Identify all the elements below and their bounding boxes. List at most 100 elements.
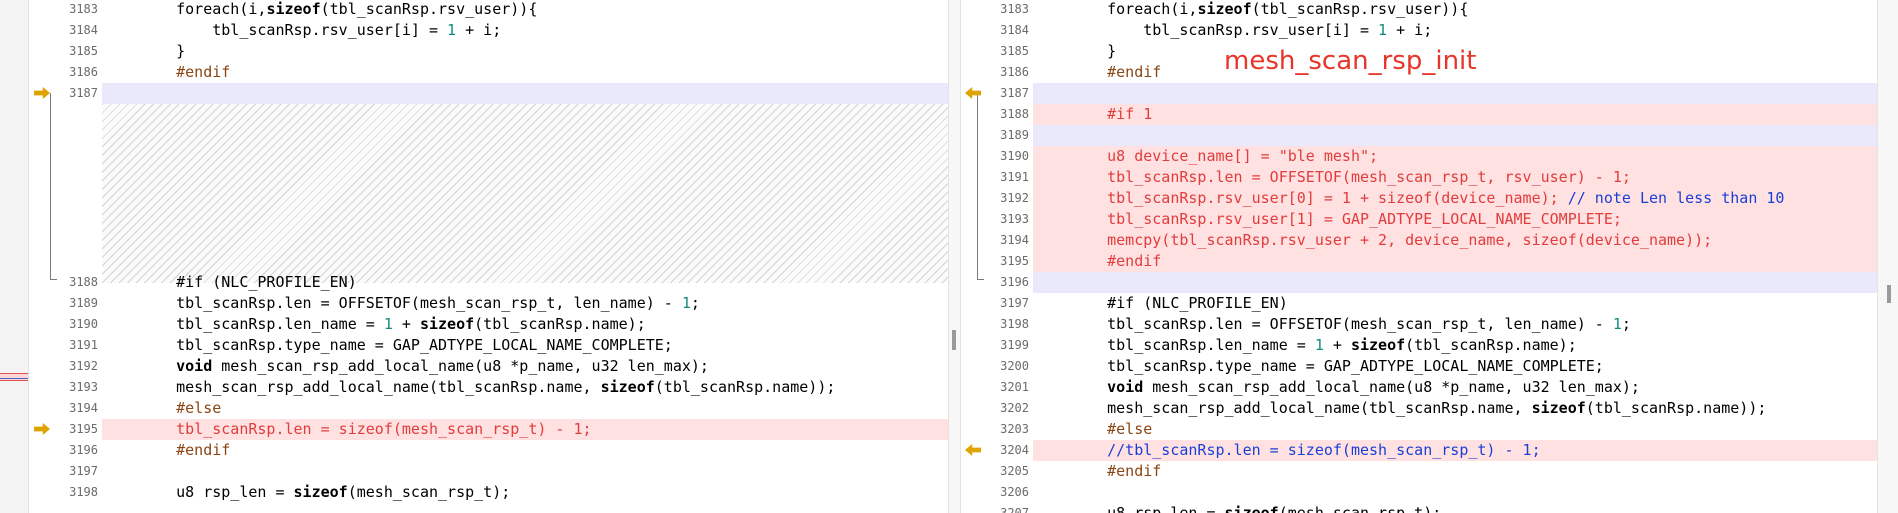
code-line[interactable]: 3183 foreach(i,sizeof(tbl_scanRsp.rsv_us…: [959, 0, 1877, 20]
code-token: mesh_scan_rsp_add_local_name(u8 *p_name,…: [212, 357, 709, 375]
code-line[interactable]: 3189 tbl_scanRsp.len = OFFSETOF(mesh_sca…: [28, 293, 948, 314]
code-line[interactable]: 3188 #if 1: [1000, 104, 1877, 125]
code-line[interactable]: 3196 #endif: [28, 440, 948, 461]
code-token: tbl_scanRsp.len = OFFSETOF(mesh_scan_rsp…: [1071, 315, 1613, 333]
line-number: 3190: [69, 317, 98, 331]
line-number: 3186: [1000, 65, 1029, 79]
code-text: tbl_scanRsp.len = sizeof(mesh_scan_rsp_t…: [140, 419, 592, 440]
code-line[interactable]: 3195 #endif: [1000, 251, 1877, 272]
code-line[interactable]: 3189: [1000, 125, 1877, 146]
code-line[interactable]: 3200 tbl_scanRsp.type_name = GAP_ADTYPE_…: [959, 356, 1877, 377]
code-line[interactable]: 3191 tbl_scanRsp.len = OFFSETOF(mesh_sca…: [1000, 167, 1877, 188]
line-number: 3185: [1000, 44, 1029, 58]
code-text: #endif: [1071, 251, 1161, 272]
code-line[interactable]: 3194 #else: [28, 398, 948, 419]
splitter-grip[interactable]: [952, 330, 956, 350]
code-token: tbl_scanRsp.len = OFFSETOF(mesh_scan_rsp…: [1071, 168, 1631, 186]
code-line[interactable]: 3205 #endif: [959, 461, 1877, 482]
code-line[interactable]: 3203 #else: [959, 419, 1877, 440]
code-text: #endif: [140, 62, 230, 83]
code-token: (tbl_scanRsp.name));: [1585, 399, 1767, 417]
diff-overview-marker[interactable]: [0, 373, 28, 381]
line-number: 3186: [69, 65, 98, 79]
code-text: mesh_scan_rsp_add_local_name(tbl_scanRsp…: [140, 377, 835, 398]
code-line[interactable]: 3195 tbl_scanRsp.len = sizeof(mesh_scan_…: [69, 419, 948, 440]
line-number: 3192: [69, 359, 98, 373]
code-line[interactable]: 3196: [1000, 272, 1877, 293]
code-line[interactable]: 3197 #if (NLC_PROFILE_EN): [959, 293, 1877, 314]
code-token: #if (NLC_PROFILE_EN): [140, 273, 357, 291]
code-line[interactable]: 3202 mesh_scan_rsp_add_local_name(tbl_sc…: [959, 398, 1877, 419]
annotation-label: mesh_scan_rsp_init: [1224, 46, 1477, 76]
code-line[interactable]: 3192 tbl_scanRsp.rsv_user[0] = 1 + sizeo…: [1000, 188, 1877, 209]
code-token: #endif: [1071, 462, 1162, 480]
code-token: #endif: [140, 63, 231, 81]
copy-right-arrow-icon[interactable]: [34, 87, 50, 99]
code-token: //tbl_scanRsp.len = sizeof(mesh_scan_rsp…: [1071, 441, 1541, 459]
code-text: tbl_scanRsp.rsv_user[i] = 1 + i;: [1071, 20, 1432, 41]
line-number: 3202: [1000, 401, 1029, 415]
code-token: tbl_scanRsp.rsv_user[1] = GAP_ADTYPE_LOC…: [1071, 210, 1622, 228]
code-token: tbl_scanRsp.len_name =: [1071, 336, 1315, 354]
code-line[interactable]: 3192 void mesh_scan_rsp_add_local_name(u…: [28, 356, 948, 377]
code-line[interactable]: 3207 u8 rsp_len = sizeof(mesh_scan_rsp_t…: [959, 503, 1877, 513]
code-line[interactable]: 3206: [959, 482, 1877, 503]
code-text: #else: [140, 398, 221, 419]
code-line[interactable]: 3183 foreach(i,sizeof(tbl_scanRsp.rsv_us…: [28, 0, 948, 20]
code-line[interactable]: 3201 void mesh_scan_rsp_add_local_name(u…: [959, 377, 1877, 398]
line-number: 3207: [1000, 506, 1029, 513]
code-line[interactable]: 3193 mesh_scan_rsp_add_local_name(tbl_sc…: [28, 377, 948, 398]
code-line[interactable]: 3199 tbl_scanRsp.len_name = 1 + sizeof(t…: [959, 335, 1877, 356]
code-line[interactable]: 3191 tbl_scanRsp.type_name = GAP_ADTYPE_…: [28, 335, 948, 356]
code-line[interactable]: 3187: [69, 83, 948, 104]
code-token: tbl_scanRsp.len = sizeof(mesh_scan_rsp_t…: [140, 420, 592, 438]
code-token: + i;: [1387, 21, 1433, 39]
code-line[interactable]: 3188 #if (NLC_PROFILE_EN): [28, 272, 948, 293]
right-diff-pane[interactable]: 3183 foreach(i,sizeof(tbl_scanRsp.rsv_us…: [959, 0, 1877, 513]
left-diff-pane[interactable]: 3183 foreach(i,sizeof(tbl_scanRsp.rsv_us…: [28, 0, 948, 513]
code-text: #else: [1071, 419, 1152, 440]
code-line[interactable]: 3186 #endif: [28, 62, 948, 83]
code-token: +: [1323, 336, 1351, 354]
code-token: void: [1107, 378, 1144, 396]
code-token: 1: [681, 294, 691, 312]
code-line[interactable]: 3204 //tbl_scanRsp.len = sizeof(mesh_sca…: [1000, 440, 1877, 461]
code-text: foreach(i,sizeof(tbl_scanRsp.rsv_user)){: [1071, 0, 1468, 20]
code-token: (tbl_scanRsp.name));: [654, 378, 836, 396]
code-line[interactable]: 3187: [1000, 83, 1877, 104]
vertical-scrollbar[interactable]: [1877, 0, 1898, 513]
line-number: 3203: [1000, 422, 1029, 436]
line-number: 3187: [69, 86, 98, 100]
code-line[interactable]: 3193 tbl_scanRsp.rsv_user[1] = GAP_ADTYP…: [1000, 209, 1877, 230]
line-number: 3188: [69, 275, 98, 289]
code-token: ;: [1621, 315, 1631, 333]
code-text: u8 rsp_len = sizeof(mesh_scan_rsp_t);: [140, 482, 510, 503]
code-token: (mesh_scan_rsp_t);: [1278, 504, 1442, 513]
code-text: u8 rsp_len = sizeof(mesh_scan_rsp_t);: [1071, 503, 1441, 513]
code-token: // note Len less than 10: [1567, 189, 1785, 207]
code-line[interactable]: 3190 tbl_scanRsp.len_name = 1 + sizeof(t…: [28, 314, 948, 335]
code-token: #else: [140, 399, 222, 417]
scrollbar-thumb[interactable]: [1887, 285, 1891, 303]
line-number: 3196: [1000, 275, 1029, 289]
code-line[interactable]: 3190 u8 device_name[] = "ble mesh";: [1000, 146, 1877, 167]
code-line[interactable]: 3184 tbl_scanRsp.rsv_user[i] = 1 + i;: [959, 20, 1877, 41]
code-line[interactable]: 3194 memcpy(tbl_scanRsp.rsv_user + 2, de…: [1000, 230, 1877, 251]
copy-left-arrow-icon[interactable]: [965, 444, 981, 456]
code-token: tbl_scanRsp.rsv_user[i] =: [140, 21, 448, 39]
line-number: 3194: [69, 401, 98, 415]
copy-right-arrow-icon[interactable]: [34, 423, 50, 435]
code-line[interactable]: 3185 }: [28, 41, 948, 62]
code-line[interactable]: 3198 tbl_scanRsp.len = OFFSETOF(mesh_sca…: [959, 314, 1877, 335]
code-line[interactable]: 3184 tbl_scanRsp.rsv_user[i] = 1 + i;: [28, 20, 948, 41]
code-text: void mesh_scan_rsp_add_local_name(u8 *p_…: [1071, 377, 1640, 398]
code-token: #endif: [140, 441, 231, 459]
line-number: 3198: [1000, 317, 1029, 331]
code-line[interactable]: 3197: [28, 461, 948, 482]
code-text: memcpy(tbl_scanRsp.rsv_user + 2, device_…: [1071, 230, 1712, 251]
overview-gutter[interactable]: [0, 0, 29, 513]
code-text: #endif: [1071, 62, 1161, 83]
code-line[interactable]: 3198 u8 rsp_len = sizeof(mesh_scan_rsp_t…: [28, 482, 948, 503]
